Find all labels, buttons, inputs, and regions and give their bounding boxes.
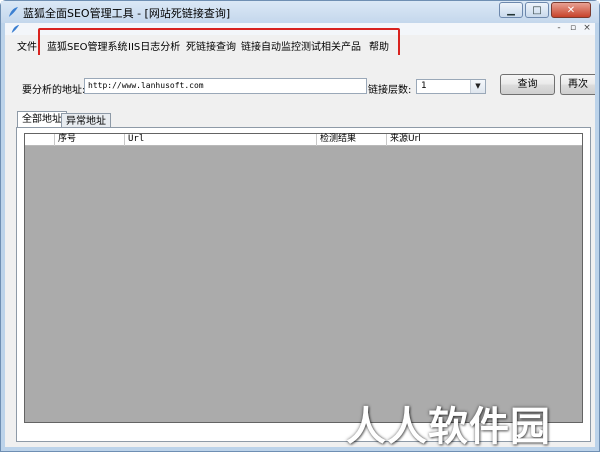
mdi-restore-button[interactable]: ▫: [567, 23, 579, 34]
app-window: 蓝狐全面SEO管理工具 - [网站死链接查询] ▁ □ ✕ - ▫ × 文件 蓝…: [0, 0, 600, 452]
minimize-icon: ▁: [507, 5, 515, 16]
window-controls: ▁ □ ✕: [497, 2, 591, 18]
depth-label: 链接层数:: [368, 85, 412, 96]
column-header-url[interactable]: Url: [124, 134, 316, 146]
mdi-minimize-button[interactable]: -: [553, 23, 565, 34]
results-grid[interactable]: 序号 Url 检测结果 来源Url: [24, 133, 583, 423]
row-header-corner: [25, 134, 54, 146]
mdi-close-button[interactable]: ×: [581, 23, 593, 34]
column-header-result[interactable]: 检测结果: [316, 134, 386, 146]
minimize-button[interactable]: ▁: [499, 2, 523, 18]
column-header-source-url[interactable]: 来源Url: [386, 134, 582, 146]
menu-file[interactable]: 文件: [17, 38, 37, 53]
watermark-text: 人人软件园: [346, 404, 551, 450]
window-title: 蓝狐全面SEO管理工具 - [网站死链接查询]: [23, 7, 231, 20]
depth-select[interactable]: 1 ▼: [416, 79, 486, 94]
close-icon: ✕: [566, 5, 576, 16]
feather-app-icon: [9, 7, 18, 17]
requery-button[interactable]: 再次: [560, 74, 595, 95]
grid-header: 序号 Url 检测结果 来源Url: [25, 134, 582, 146]
column-header-index[interactable]: 序号: [54, 134, 124, 146]
query-button[interactable]: 查询: [500, 74, 555, 95]
maximize-button[interactable]: □: [525, 2, 549, 18]
chevron-down-icon[interactable]: ▼: [470, 80, 485, 93]
url-input[interactable]: http://www.lanhusoft.com: [84, 78, 367, 94]
title-bar[interactable]: 蓝狐全面SEO管理工具 - [网站死链接查询] ▁ □ ✕: [1, 1, 599, 23]
mdi-controls: - ▫ ×: [551, 23, 593, 34]
close-button[interactable]: ✕: [551, 2, 591, 18]
main-panel: 要分析的地址: http://www.lanhusoft.com 链接层数: 1…: [5, 55, 595, 447]
depth-select-value: 1: [421, 81, 427, 91]
url-label: 要分析的地址:: [22, 85, 86, 96]
tab-all-addresses[interactable]: 全部地址: [17, 111, 67, 128]
maximize-icon: □: [532, 5, 542, 16]
feather-child-icon: [11, 24, 20, 34]
